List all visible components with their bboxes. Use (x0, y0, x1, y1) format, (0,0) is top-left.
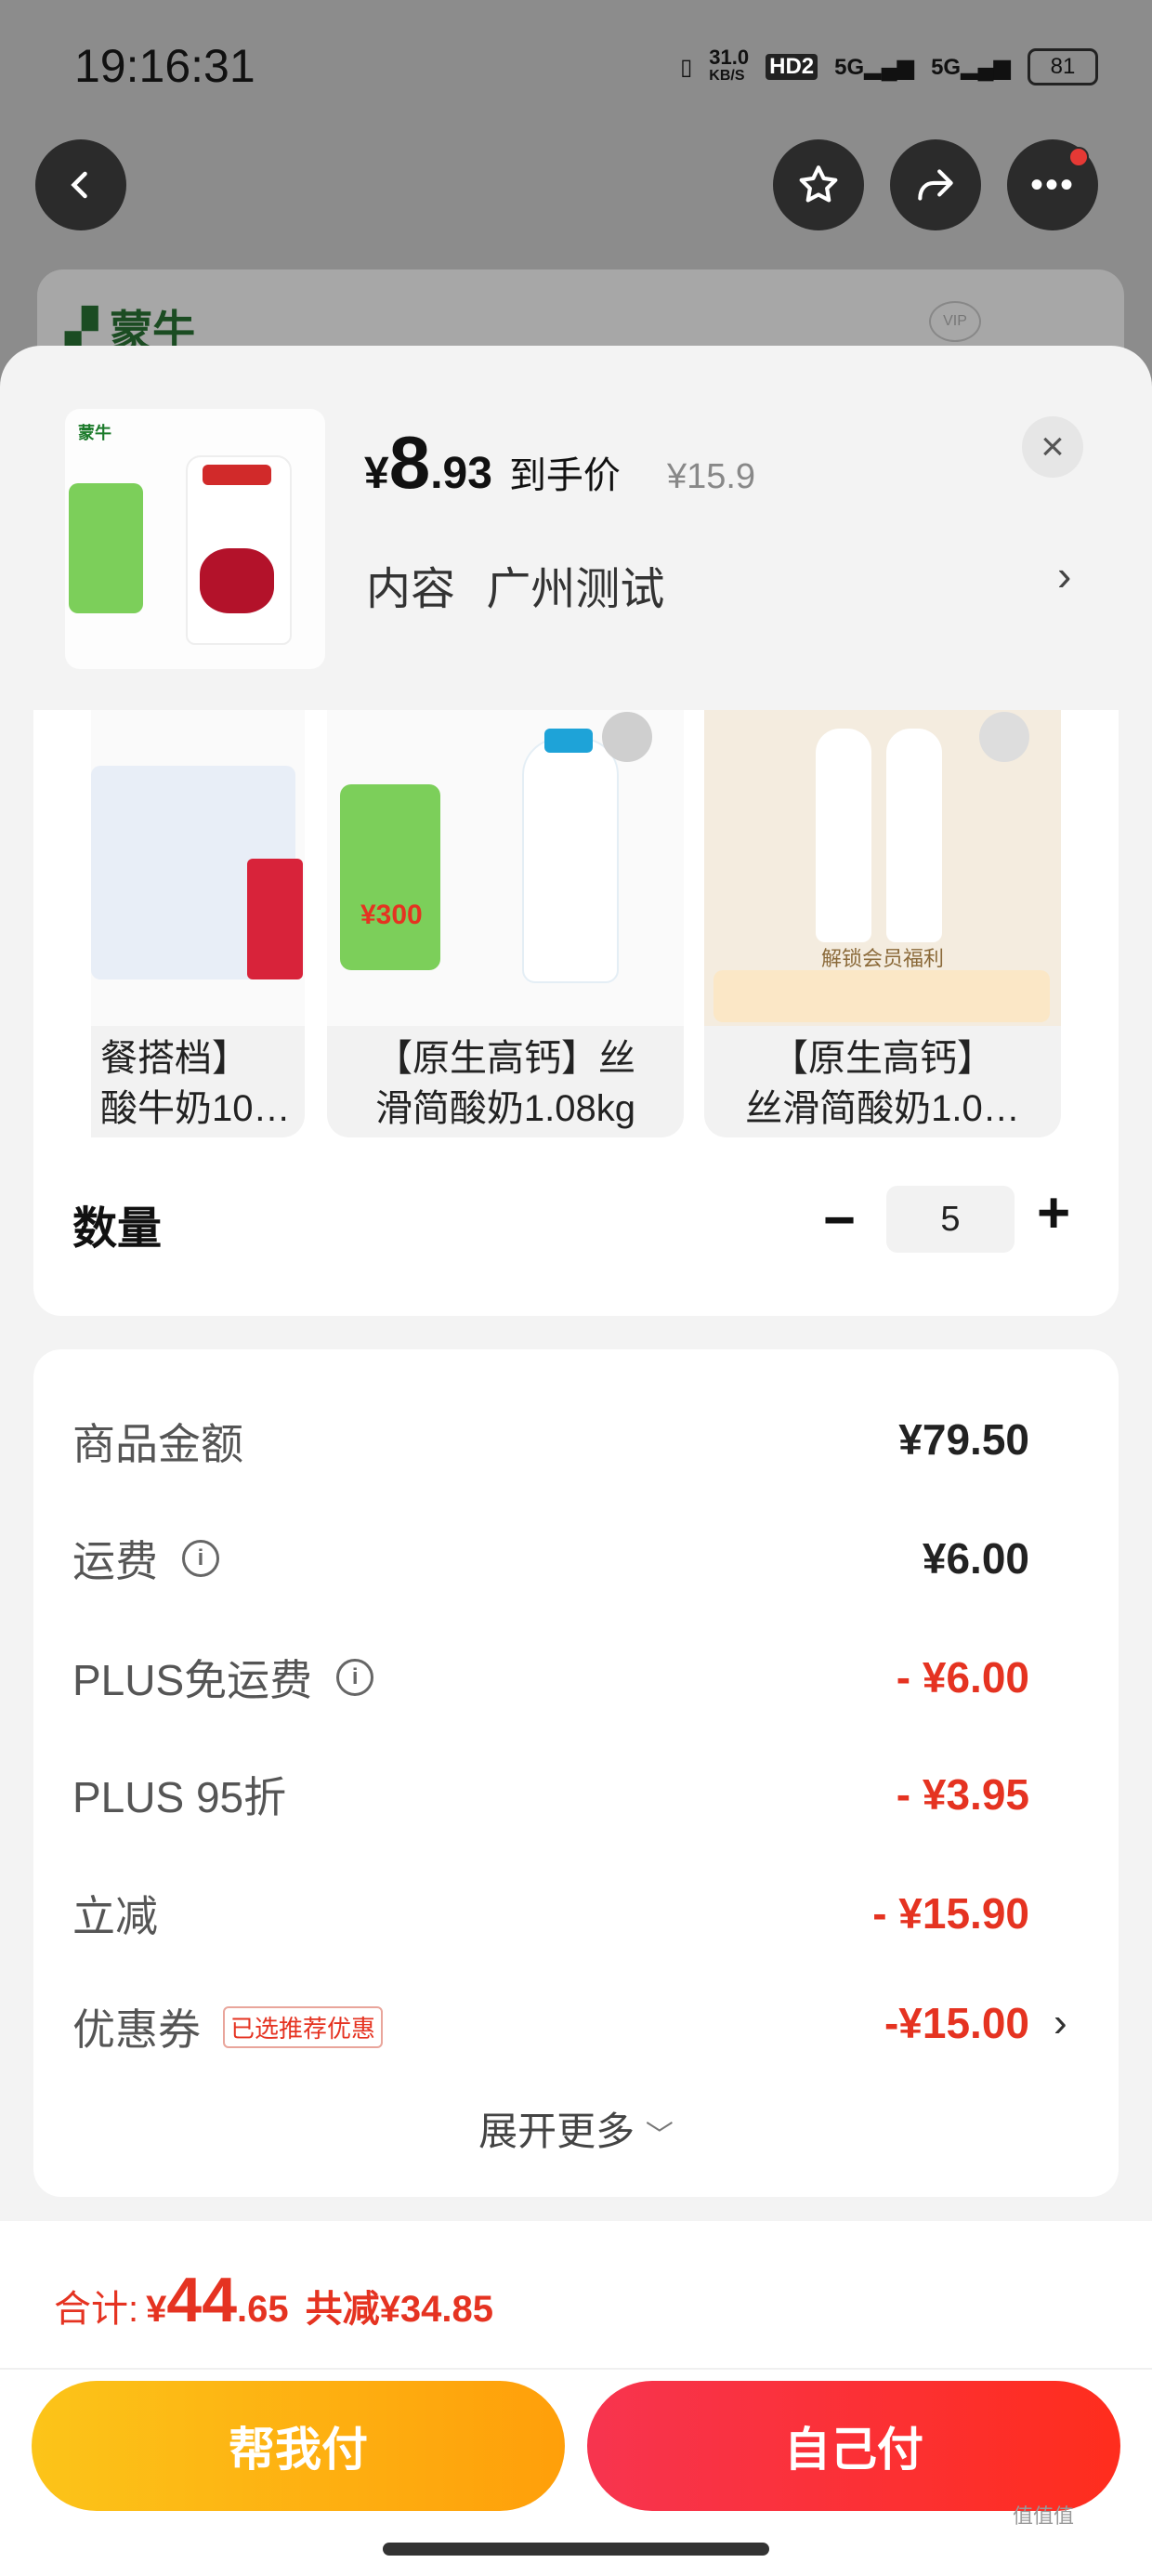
quantity-plus-button[interactable]: + (1037, 1180, 1070, 1246)
battery-icon: 81 (1028, 48, 1098, 85)
total-saved: 共减¥34.85 (305, 2289, 493, 2330)
benefit-strip (713, 970, 1050, 1022)
home-indicator[interactable] (383, 2543, 769, 2556)
share-button[interactable] (890, 139, 981, 230)
help-pay-button[interactable]: 帮我付 (32, 2381, 565, 2511)
milk-bottle (522, 738, 619, 983)
promo-amount: ¥300 (360, 900, 423, 930)
total-block: 合计: ¥ 44 .65 共减¥34.85 (54, 2264, 493, 2336)
instant-discount-value: - ¥15.90 (872, 1889, 1029, 1938)
variant-image-1 (91, 710, 305, 1026)
status-time: 19:16:31 (74, 40, 255, 92)
close-icon: × (1041, 424, 1065, 469)
price-yen: ¥ (364, 449, 389, 498)
variant-card-1[interactable]: 餐搭档】 酸牛奶10… (91, 710, 305, 1137)
notification-dot (1068, 147, 1089, 167)
expand-more-label: 展开更多 (478, 2109, 635, 2153)
coupon-row[interactable]: 优惠券 已选推荐优惠 (72, 1996, 384, 2057)
spec-label: 内容 (366, 565, 456, 614)
variant-image-2: ¥300 (327, 710, 684, 1026)
price-dec: .93 (430, 449, 492, 498)
variant-title-1: 餐搭档】 酸牛奶10… (100, 1038, 291, 1129)
total-int: 44 (166, 2265, 238, 2335)
signal-5g-icon: 5G▂▄▆ (834, 54, 915, 80)
chevron-right-icon[interactable]: › (1057, 550, 1071, 600)
total-label: 合计: (54, 2289, 139, 2330)
variant-image-3: 解锁会员福利 (704, 710, 1061, 1026)
info-icon-2[interactable]: i (336, 1659, 374, 1696)
thumb-promo-card (69, 483, 143, 613)
net-speed: 31.0 KB/S (709, 46, 750, 85)
vibrate-icon: ▯ (680, 54, 693, 80)
more-dots-icon: ••• (1029, 164, 1075, 205)
quantity-label: 数量 (72, 1204, 163, 1254)
milk-bottle-b (886, 729, 942, 942)
coupon-badge: 已选推荐优惠 (223, 2005, 384, 2048)
close-button[interactable]: × (1022, 416, 1083, 478)
total-yen: ¥ (146, 2289, 167, 2330)
back-button[interactable] (35, 139, 126, 230)
subtotal-value: ¥79.50 (898, 1415, 1029, 1464)
plus-free-label: PLUS免运费 (72, 1656, 313, 1704)
coupon-label: 优惠券 (72, 2005, 201, 2054)
self-pay-button[interactable]: 自己付 (587, 2381, 1120, 2511)
hd-icon: HD2 (766, 54, 818, 80)
price-tag: 到手价 (508, 455, 621, 496)
expand-icon-2[interactable] (979, 712, 1029, 762)
thumb-cap (203, 465, 271, 485)
total-dec: .65 (237, 2289, 289, 2330)
chevron-right-icon-coupon[interactable]: › (1054, 2000, 1067, 2046)
spec-value: 广州测试 (486, 565, 665, 614)
chevron-left-icon (71, 171, 87, 199)
chevron-down-icon: ﹀ (645, 2121, 674, 2151)
product-thumbnail[interactable]: 蒙牛 (65, 409, 325, 669)
milk-bottle-a (816, 729, 871, 942)
price-int: 8 (388, 421, 431, 504)
favorite-button[interactable] (773, 139, 864, 230)
coupon-value[interactable]: -¥15.00 (884, 1998, 1029, 2048)
subtotal-label: 商品金额 (72, 1420, 243, 1468)
price-block: ¥ 8 .93 到手价 ¥15.9 (364, 420, 755, 506)
expand-icon[interactable] (602, 712, 652, 762)
thumb-brand: 蒙牛 (78, 424, 111, 442)
pack-sale-tag (247, 859, 303, 979)
instant-discount-label: 立减 (72, 1892, 158, 1940)
quantity-minus-button[interactable]: − (823, 1188, 856, 1252)
watermark: 值值值 (1013, 2504, 1075, 2528)
divider (0, 2368, 1152, 2370)
more-button[interactable]: ••• (1007, 139, 1098, 230)
variant-card-3[interactable]: 解锁会员福利 【原生高钙】 丝滑简酸奶1.0… (704, 710, 1061, 1137)
star-icon (799, 165, 838, 203)
shipping-value: ¥6.00 (922, 1534, 1029, 1583)
quantity-input[interactable]: 5 (886, 1186, 1015, 1253)
shipping-label: 运费 (72, 1537, 158, 1585)
promo-card-green (340, 784, 440, 970)
bottle-cap (544, 729, 593, 753)
variant-title-3: 【原生高钙】 丝滑简酸奶1.0… (745, 1038, 1020, 1129)
info-icon[interactable]: i (182, 1540, 219, 1577)
plus95-value: - ¥3.95 (896, 1770, 1029, 1819)
variant-title-2: 【原生高钙】丝 滑简酸奶1.08kg (374, 1038, 636, 1129)
vip-badge: VIP (929, 301, 981, 342)
shipping-row-label: 运费 i (72, 1528, 219, 1589)
member-banner: 解锁会员福利 (820, 947, 944, 970)
original-price: ¥15.9 (666, 457, 756, 496)
status-bar: 19:16:31 ▯ 31.0 KB/S HD2 5G▂▄▆ 5G▂▄▆ 81 (0, 0, 1152, 139)
share-icon (918, 169, 953, 201)
plus-free-row-label: PLUS免运费 i (72, 1647, 374, 1708)
plus95-label: PLUS 95折 (72, 1773, 287, 1821)
variant-card-2[interactable]: ¥300 【原生高钙】丝 滑简酸奶1.08kg (327, 710, 684, 1137)
status-icons: ▯ 31.0 KB/S HD2 5G▂▄▆ 5G▂▄▆ 81 (680, 46, 1098, 85)
expand-more-button[interactable]: 展开更多 ﹀ (0, 2100, 1152, 2157)
spec-selector[interactable]: 内容 广州测试 (366, 552, 664, 617)
thumb-fruit (200, 548, 274, 613)
plus-free-value: - ¥6.00 (896, 1653, 1029, 1702)
signal-5g-icon-2: 5G▂▄▆ (931, 54, 1011, 80)
